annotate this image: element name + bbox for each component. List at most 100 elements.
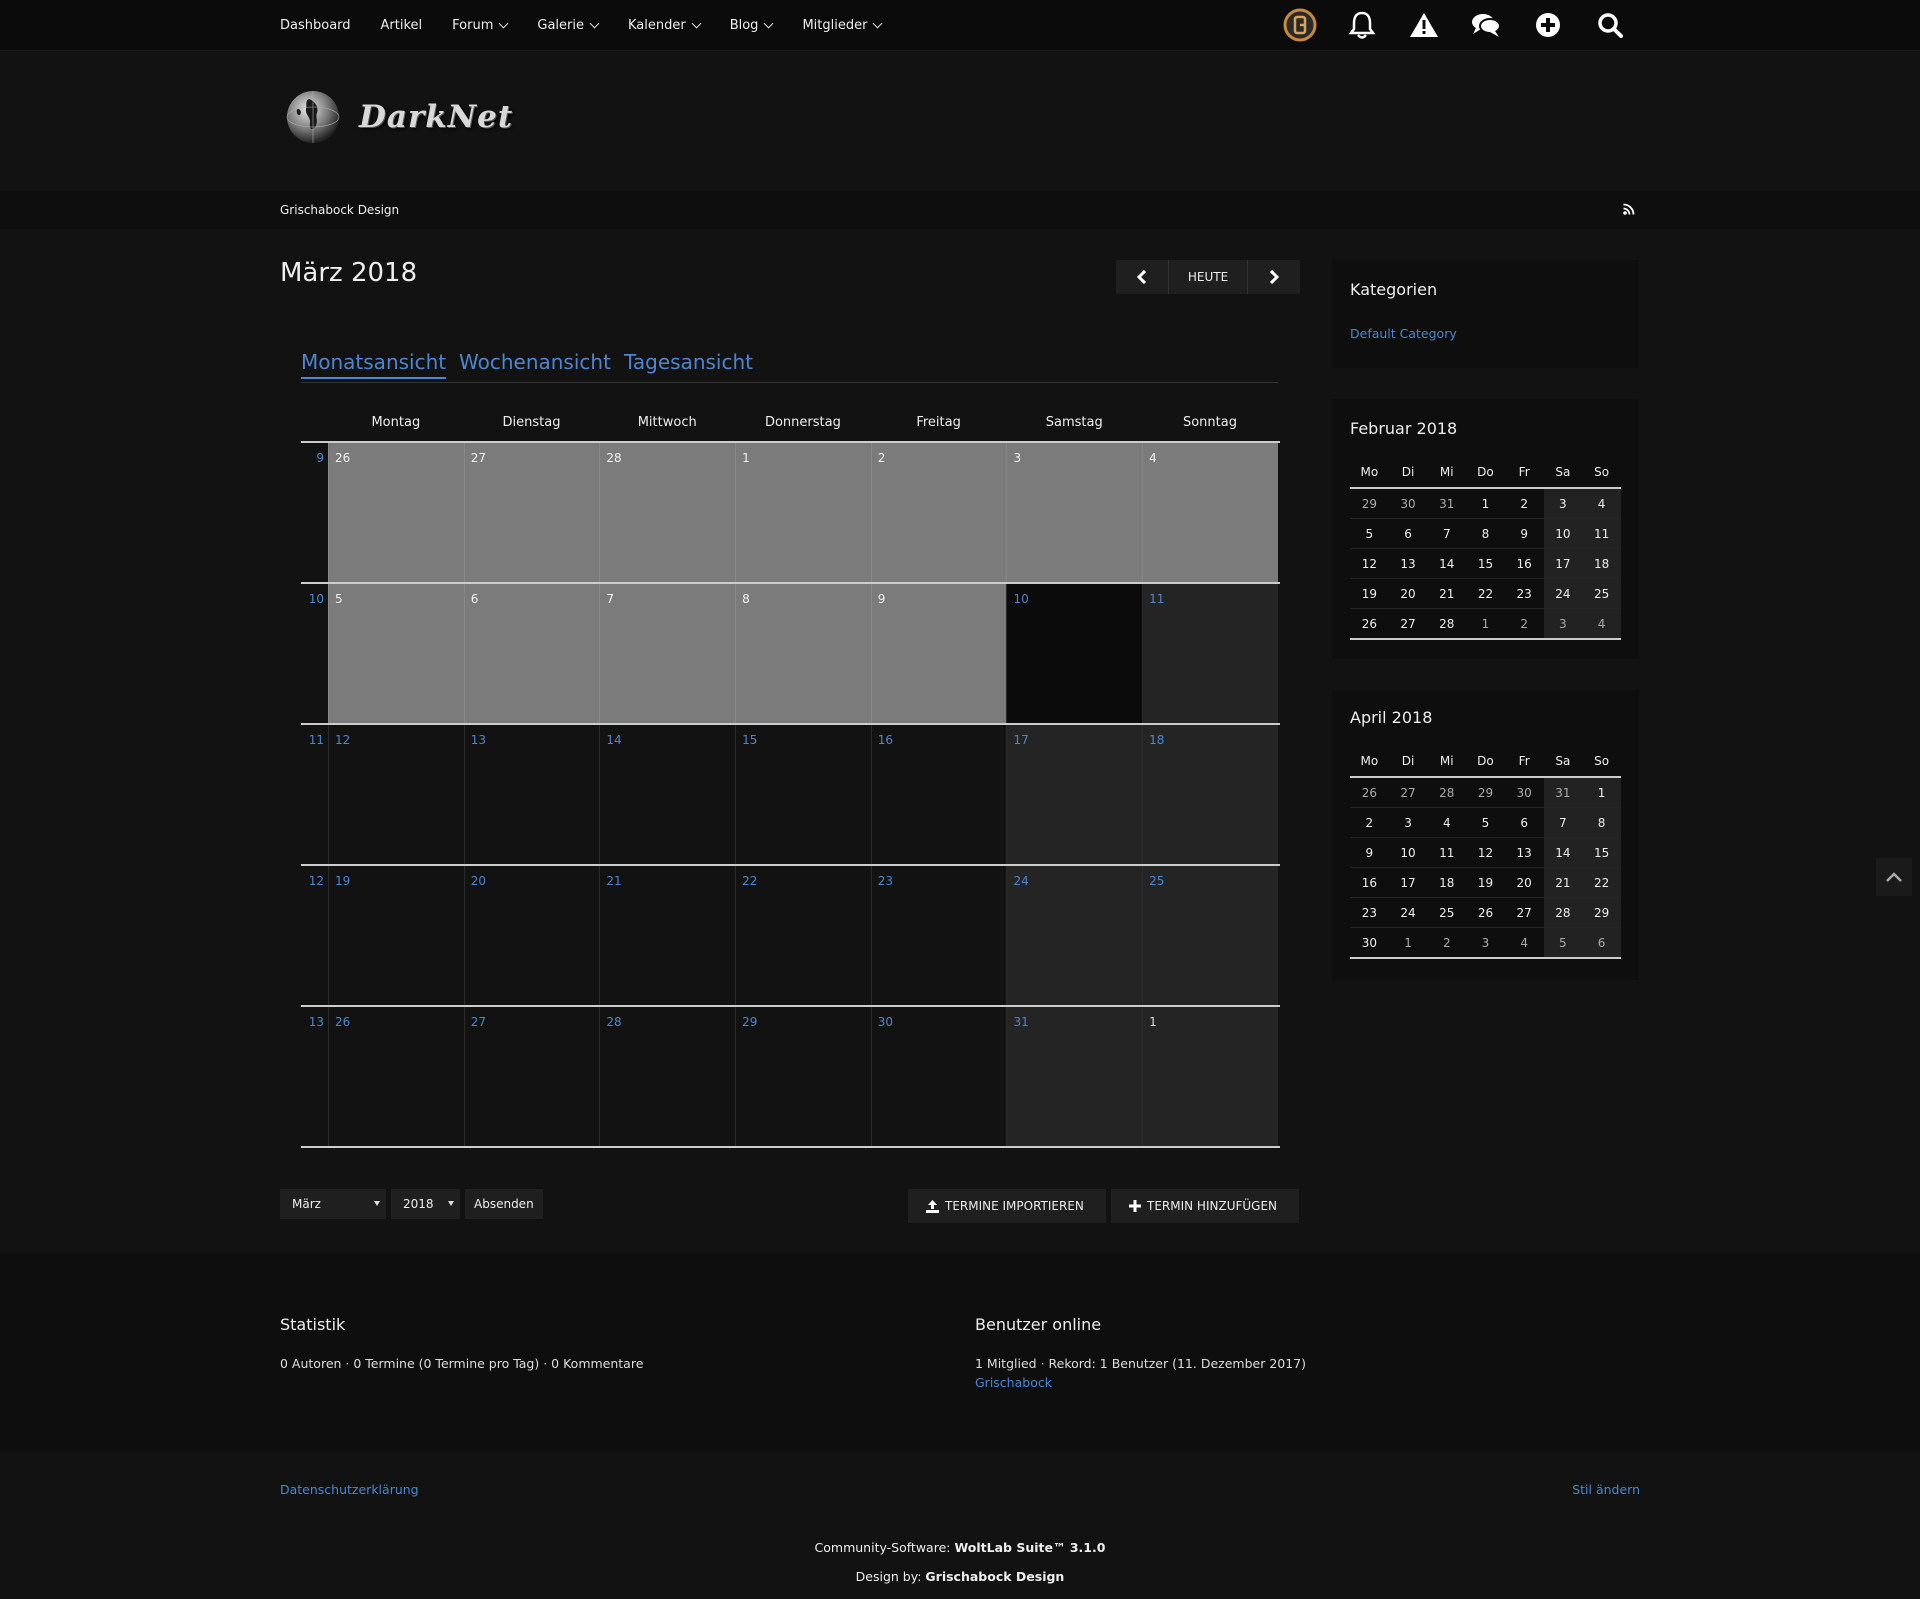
- mini-day[interactable]: 18: [1582, 548, 1621, 579]
- mini-day[interactable]: 16: [1504, 548, 1544, 579]
- mini-day[interactable]: 31: [1543, 777, 1583, 808]
- year-select[interactable]: 2018: [391, 1189, 460, 1219]
- calendar-day[interactable]: 23: [870, 866, 1007, 1005]
- calendar-day[interactable]: 8: [735, 584, 871, 723]
- mini-day[interactable]: 22: [1582, 867, 1621, 898]
- mini-day[interactable]: 17: [1388, 867, 1428, 898]
- calendar-day[interactable]: 6: [463, 584, 600, 723]
- calendar-day[interactable]: 1: [735, 443, 871, 582]
- mini-day[interactable]: 8: [1466, 518, 1505, 549]
- calendar-day[interactable]: 26: [328, 1007, 464, 1146]
- mini-day[interactable]: 1: [1582, 777, 1621, 808]
- online-user-link[interactable]: Grischabock: [975, 1375, 1052, 1390]
- mini-day[interactable]: 18: [1427, 867, 1467, 898]
- mini-day[interactable]: 9: [1504, 518, 1544, 549]
- mini-day[interactable]: 2: [1504, 488, 1544, 519]
- tab-wochenansicht[interactable]: Wochenansicht: [459, 350, 611, 377]
- mini-day[interactable]: 21: [1543, 867, 1583, 898]
- next-month-button[interactable]: [1248, 260, 1300, 294]
- calendar-day[interactable]: 25: [1142, 866, 1278, 1005]
- site-logo[interactable]: DarkNet: [285, 89, 513, 145]
- mini-day[interactable]: 31: [1427, 488, 1467, 519]
- mini-day[interactable]: 1: [1466, 608, 1505, 640]
- previous-month-button[interactable]: [1116, 260, 1169, 294]
- mini-day[interactable]: 29: [1582, 897, 1621, 928]
- calendar-day[interactable]: 20: [463, 866, 600, 1005]
- mini-day[interactable]: 23: [1504, 578, 1544, 609]
- nav-artikel[interactable]: Artikel: [381, 18, 423, 33]
- calendar-day[interactable]: 18: [1142, 725, 1278, 864]
- user-avatar-icon[interactable]: [1282, 7, 1318, 43]
- mini-day[interactable]: 19: [1466, 867, 1505, 898]
- mini-day[interactable]: 30: [1350, 927, 1389, 959]
- mini-day[interactable]: 17: [1543, 548, 1583, 579]
- calendar-day[interactable]: 5: [328, 584, 464, 723]
- mini-day[interactable]: 14: [1427, 548, 1467, 579]
- mini-day[interactable]: 12: [1466, 837, 1505, 868]
- mini-day[interactable]: 3: [1543, 488, 1583, 519]
- mini-day[interactable]: 9: [1350, 837, 1389, 868]
- rss-icon[interactable]: [1623, 203, 1635, 219]
- mini-day[interactable]: 21: [1427, 578, 1467, 609]
- mini-day[interactable]: 15: [1582, 837, 1621, 868]
- nav-forum[interactable]: Forum: [452, 18, 509, 33]
- calendar-day[interactable]: 26: [328, 443, 464, 582]
- calendar-day[interactable]: 1: [1142, 1007, 1278, 1146]
- calendar-day[interactable]: 30: [870, 1007, 1007, 1146]
- mini-day[interactable]: 24: [1388, 897, 1428, 928]
- mini-day[interactable]: 4: [1582, 488, 1621, 519]
- mini-day[interactable]: 1: [1466, 488, 1505, 519]
- mini-day[interactable]: 4: [1582, 608, 1621, 640]
- mini-day[interactable]: 13: [1388, 548, 1428, 579]
- mini-day[interactable]: 22: [1466, 578, 1505, 609]
- mini-day[interactable]: 3: [1388, 807, 1428, 838]
- mini-day[interactable]: 30: [1504, 777, 1544, 808]
- calendar-day[interactable]: 3: [1006, 443, 1143, 582]
- calendar-day[interactable]: 28: [599, 443, 736, 582]
- calendar-day[interactable]: 19: [328, 866, 464, 1005]
- mini-day[interactable]: 20: [1388, 578, 1428, 609]
- nav-kalender[interactable]: Kalender: [628, 18, 702, 33]
- calendar-day[interactable]: 14: [599, 725, 735, 864]
- designer-link[interactable]: Grischabock Design: [925, 1569, 1064, 1584]
- mini-day[interactable]: 11: [1427, 837, 1467, 868]
- mini-day[interactable]: 19: [1350, 578, 1389, 609]
- mini-day[interactable]: 12: [1350, 548, 1389, 579]
- change-style-link[interactable]: Stil ändern: [1572, 1482, 1640, 1497]
- mini-day[interactable]: 4: [1427, 807, 1467, 838]
- week-number[interactable]: 10: [301, 584, 328, 723]
- mini-day[interactable]: 20: [1504, 867, 1544, 898]
- mini-day[interactable]: 28: [1427, 777, 1467, 808]
- month-select[interactable]: März: [280, 1189, 386, 1219]
- calendar-day[interactable]: 7: [599, 584, 736, 723]
- mini-day[interactable]: 13: [1504, 837, 1544, 868]
- nav-blog[interactable]: Blog: [730, 18, 774, 33]
- mini-day[interactable]: 15: [1466, 548, 1505, 579]
- mini-day[interactable]: 26: [1350, 777, 1389, 808]
- mini-day[interactable]: 2: [1350, 807, 1389, 838]
- mini-day[interactable]: 3: [1543, 608, 1583, 640]
- add-event-button[interactable]: TERMIN HINZUFÜGEN: [1111, 1189, 1299, 1223]
- calendar-day[interactable]: 13: [463, 725, 600, 864]
- calendar-day[interactable]: 27: [463, 443, 600, 582]
- mini-day[interactable]: 2: [1504, 608, 1544, 640]
- mini-day[interactable]: 8: [1582, 807, 1621, 838]
- mini-day[interactable]: 2: [1427, 927, 1467, 959]
- mini-day[interactable]: 30: [1388, 488, 1428, 519]
- calendar-day[interactable]: 22: [735, 866, 871, 1005]
- calendar-day[interactable]: 17: [1006, 725, 1143, 864]
- mini-day[interactable]: 7: [1427, 518, 1467, 549]
- calendar-day[interactable]: 27: [463, 1007, 600, 1146]
- week-number[interactable]: 11: [301, 725, 328, 864]
- mini-day[interactable]: 23: [1350, 897, 1389, 928]
- calendar-day[interactable]: 28: [599, 1007, 735, 1146]
- calendar-day[interactable]: 31: [1006, 1007, 1143, 1146]
- search-icon[interactable]: [1592, 7, 1628, 43]
- mini-day[interactable]: 26: [1466, 897, 1505, 928]
- mini-day[interactable]: 6: [1504, 807, 1544, 838]
- mini-day[interactable]: 29: [1466, 777, 1505, 808]
- chat-icon[interactable]: [1468, 7, 1504, 43]
- calendar-day[interactable]: 4: [1142, 443, 1278, 582]
- calendar-day[interactable]: 15: [735, 725, 871, 864]
- mini-day[interactable]: 25: [1582, 578, 1621, 609]
